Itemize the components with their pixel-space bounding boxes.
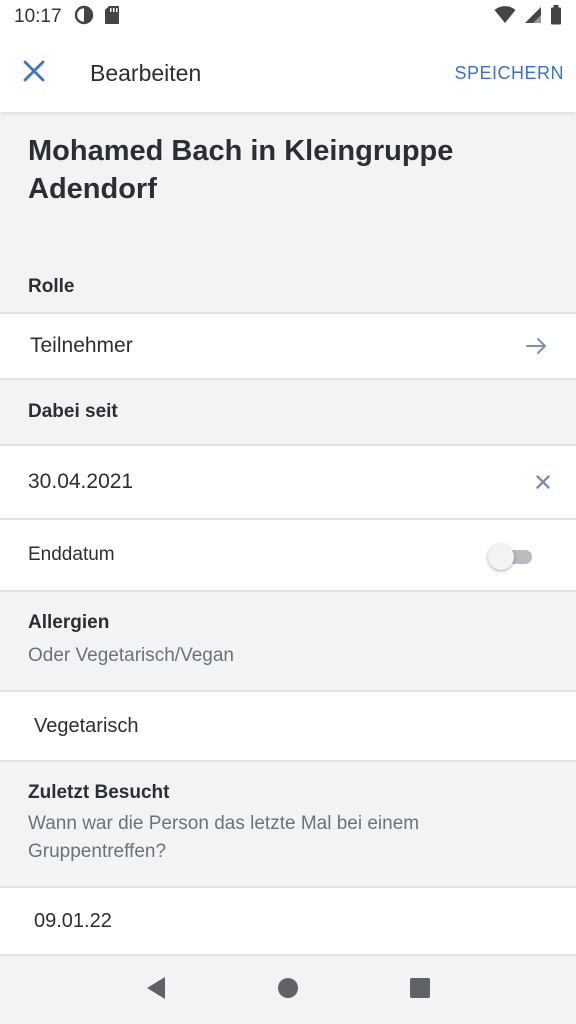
home-icon — [277, 977, 299, 1004]
home-button[interactable] — [268, 970, 308, 1010]
app-bar: Bearbeiten SPEICHERN — [0, 34, 576, 112]
zuletzt-besucht-input[interactable]: 09.01.22 — [0, 888, 576, 954]
back-icon — [145, 976, 167, 1005]
status-bar: 10:17 — [0, 0, 576, 34]
battery-icon — [550, 4, 562, 30]
data-saver-icon — [74, 5, 94, 30]
back-button[interactable] — [136, 970, 176, 1010]
close-button[interactable] — [0, 34, 68, 112]
form-content: Mohamed Bach in Kleingruppe Adendorf Rol… — [0, 112, 576, 956]
zuletzt-besucht-hint: Wann war die Person das letzte Mal bei e… — [28, 813, 420, 862]
zuletzt-besucht-label: Zuletzt Besucht — [28, 782, 170, 803]
navigation-bar — [0, 956, 576, 1024]
allergien-label: Allergien — [28, 612, 110, 633]
enddatum-toggle[interactable] — [488, 542, 534, 570]
screen: 10:17 Bearbeiten SPEICHERN Mohamed Bach … — [0, 0, 576, 1024]
allergien-input[interactable]: Vegetarisch — [0, 692, 576, 760]
recents-icon — [409, 977, 431, 1004]
status-time: 10:17 — [14, 6, 62, 27]
enddatum-row: Enddatum — [0, 520, 576, 590]
toggle-thumb — [488, 544, 514, 570]
status-right — [494, 4, 562, 30]
clear-icon[interactable] — [536, 475, 550, 489]
rolle-row[interactable]: Teilnehmer — [0, 314, 576, 378]
zuletzt-besucht-section: Zuletzt Besucht Wann war die Person das … — [0, 762, 576, 886]
rolle-label: Rolle — [28, 276, 75, 297]
app-bar-title: Bearbeiten — [90, 59, 202, 86]
recents-button[interactable] — [400, 970, 440, 1010]
enddatum-label: Enddatum — [28, 544, 115, 565]
wifi-icon — [494, 5, 516, 29]
save-button[interactable]: SPEICHERN — [454, 63, 564, 84]
dabei-seit-label: Dabei seit — [28, 401, 118, 422]
allergien-section: Allergien Oder Vegetarisch/Vegan — [0, 592, 576, 690]
allergien-hint: Oder Vegetarisch/Vegan — [28, 645, 234, 666]
dabei-seit-row[interactable]: 30.04.2021 — [0, 446, 576, 518]
sd-card-icon — [104, 5, 120, 30]
dabei-seit-value: 30.04.2021 — [28, 470, 134, 493]
arrow-right-icon[interactable] — [526, 337, 548, 355]
page-title: Mohamed Bach in Kleingruppe Adendorf — [28, 135, 454, 205]
close-icon — [23, 60, 45, 87]
rolle-value: Teilnehmer — [30, 334, 133, 357]
signal-icon — [524, 6, 542, 29]
